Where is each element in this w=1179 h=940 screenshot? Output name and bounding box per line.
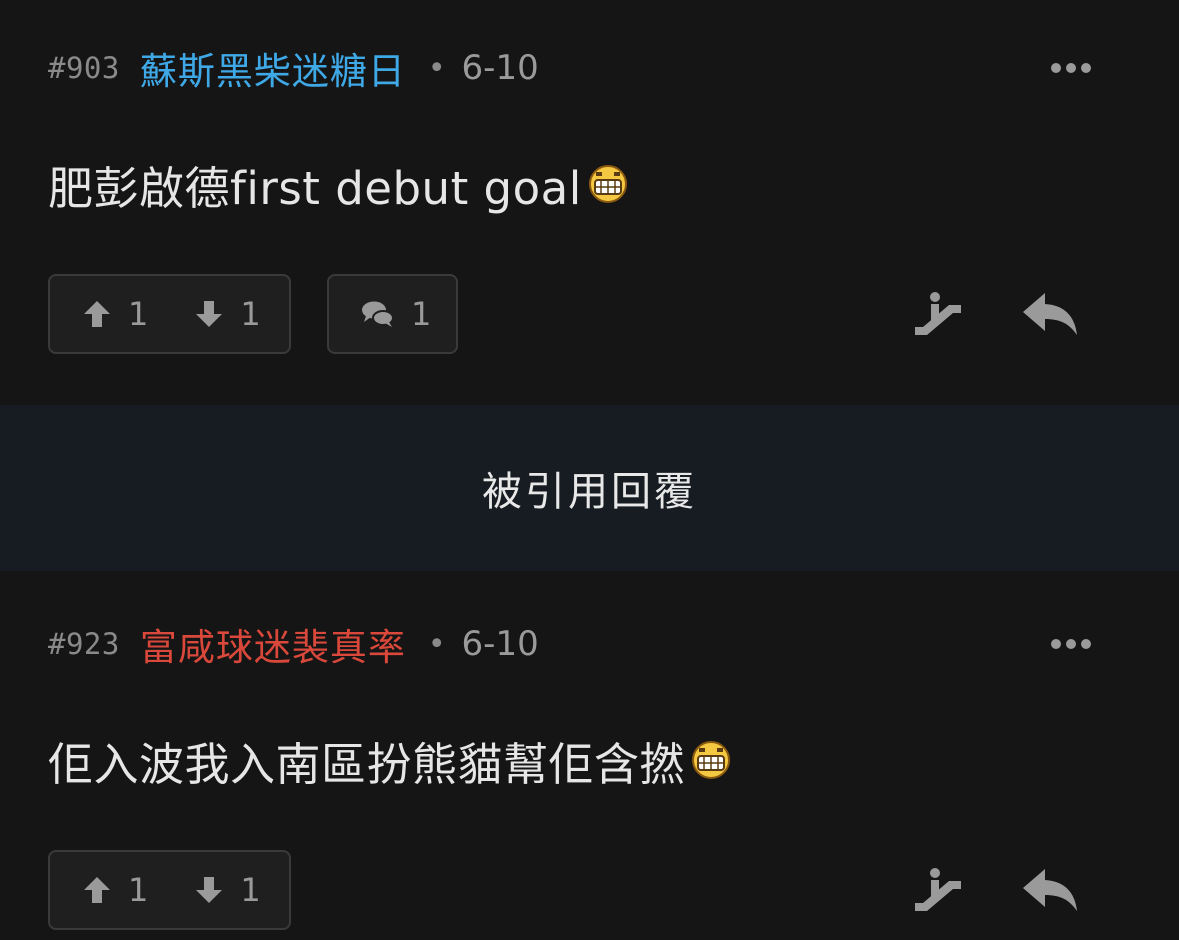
upvote-button[interactable]: 1 [82, 295, 148, 333]
comments-button[interactable]: 1 [327, 274, 458, 354]
escalator-icon[interactable] [913, 291, 963, 337]
arrow-up-icon [84, 301, 110, 327]
post-923: #923 富咸球迷裴真率 • 6-10 佢入波我入南區扮熊貓幫佢含撚 1 1 [0, 614, 1179, 932]
post-text: 肥彭啟德first debut goal [48, 161, 582, 215]
more-options-icon[interactable] [1051, 63, 1091, 73]
comment-count: 1 [411, 295, 432, 333]
right-actions [913, 291, 1079, 337]
separator-dot: • [427, 50, 446, 86]
post-header: #923 富咸球迷裴真率 • 6-10 [48, 614, 1131, 674]
upvote-count: 1 [128, 871, 149, 909]
vote-box: 1 1 [48, 850, 291, 930]
post-number: #923 [48, 627, 120, 661]
comments-item: 1 [361, 295, 431, 333]
arrow-down-icon [196, 301, 223, 327]
post-content: 佢入波我入南區扮熊貓幫佢含撚 [48, 730, 1131, 791]
separator-dot: • [427, 626, 446, 662]
upvote-button[interactable]: 1 [82, 871, 148, 909]
post-903: #903 蘇斯黑柴迷糖日 • 6-10 肥彭啟德first debut goal… [0, 38, 1179, 356]
quoted-replies-button[interactable]: 被引用回覆 [0, 405, 1179, 571]
post-number: #903 [48, 51, 120, 85]
arrow-up-icon [84, 877, 110, 903]
post-date: 6-10 [461, 624, 539, 664]
author-name[interactable]: 蘇斯黑柴迷糖日 [140, 41, 406, 95]
quoted-replies-label: 被引用回覆 [482, 469, 697, 515]
author-name[interactable]: 富咸球迷裴真率 [140, 617, 406, 671]
upvote-count: 1 [128, 295, 149, 333]
grin-emoji-icon [692, 741, 731, 779]
more-options-icon[interactable] [1051, 639, 1091, 649]
downvote-count: 1 [240, 871, 261, 909]
downvote-count: 1 [240, 295, 261, 333]
action-row: 1 1 1 [48, 272, 1131, 356]
post-content: 肥彭啟德first debut goal [48, 154, 1131, 215]
escalator-icon[interactable] [913, 867, 963, 913]
comments-icon [362, 301, 394, 327]
downvote-button[interactable]: 1 [194, 871, 261, 909]
post-date: 6-10 [461, 48, 539, 88]
action-row: 1 1 [48, 848, 1131, 932]
right-actions [913, 867, 1079, 913]
post-text: 佢入波我入南區扮熊貓幫佢含撚 [48, 737, 686, 791]
arrow-down-icon [196, 877, 223, 903]
reply-icon[interactable] [1021, 867, 1079, 913]
reply-icon[interactable] [1021, 291, 1079, 337]
grin-emoji-icon [588, 165, 627, 203]
vote-box: 1 1 [48, 274, 291, 354]
post-header: #903 蘇斯黑柴迷糖日 • 6-10 [48, 38, 1131, 98]
downvote-button[interactable]: 1 [194, 295, 261, 333]
